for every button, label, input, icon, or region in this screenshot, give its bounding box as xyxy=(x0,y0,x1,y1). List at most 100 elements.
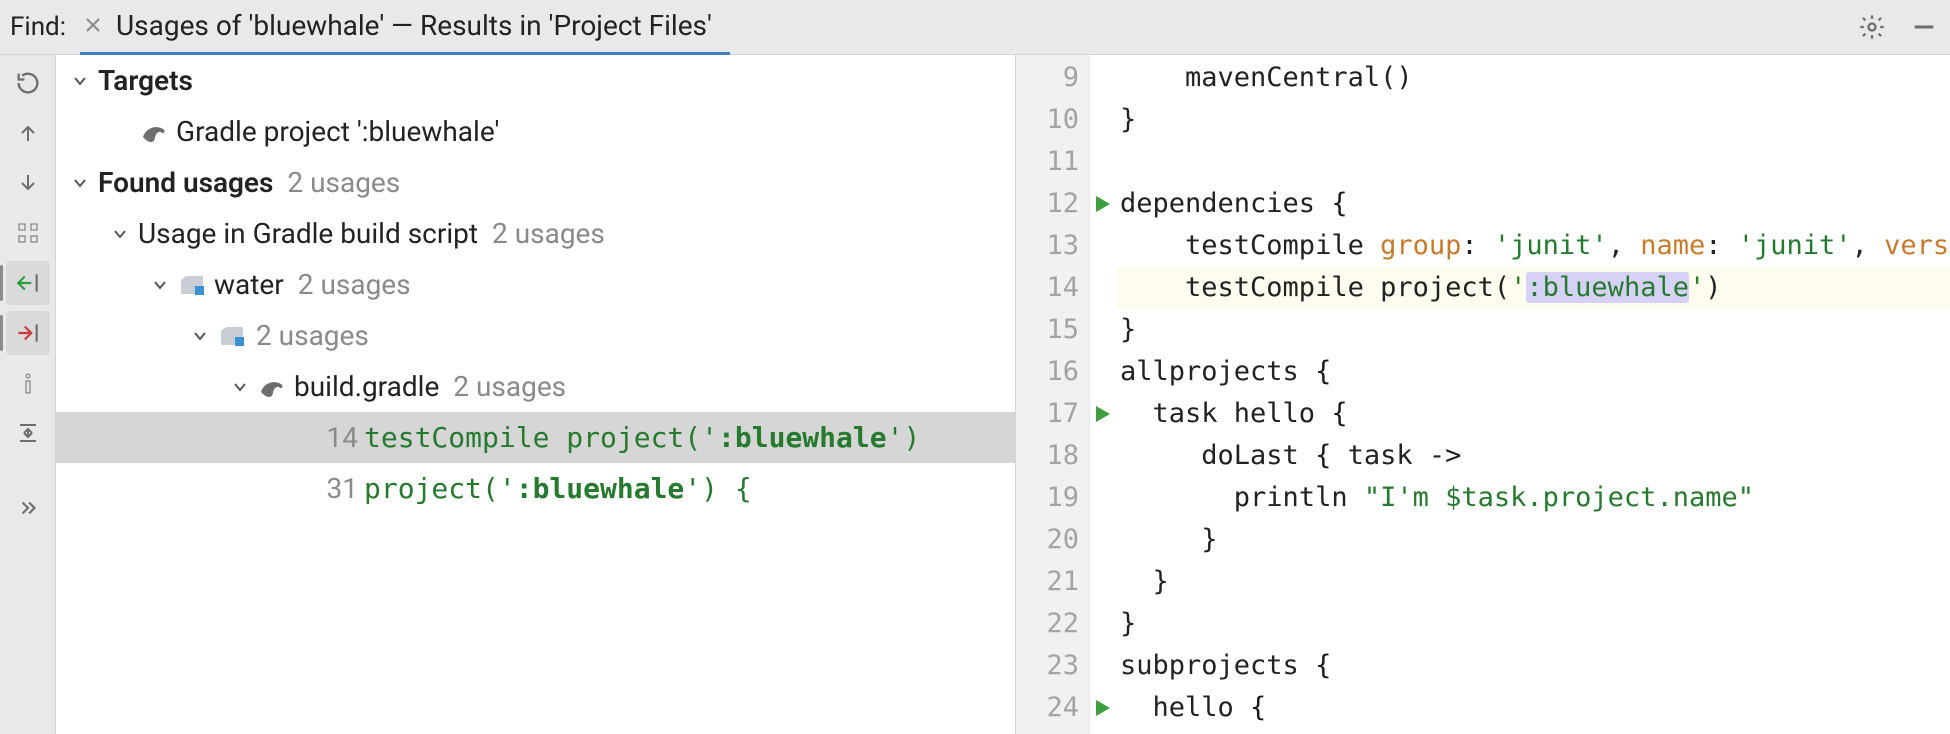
run-gutter xyxy=(1090,55,1116,734)
prev-occurrence-button[interactable] xyxy=(6,111,50,155)
export-button[interactable] xyxy=(6,311,50,355)
line-number: 9 xyxy=(1016,57,1089,99)
group-by-button[interactable] xyxy=(6,211,50,255)
run-marker xyxy=(1090,477,1116,519)
find-tab[interactable]: Usages of 'bluewhale' — Results in 'Proj… xyxy=(80,0,730,55)
submodule-count: 2 usages xyxy=(256,319,369,352)
run-marker[interactable] xyxy=(1090,687,1116,729)
play-icon[interactable] xyxy=(1096,183,1110,225)
run-marker xyxy=(1090,351,1116,393)
run-marker xyxy=(1090,141,1116,183)
category-count: 2 usages xyxy=(492,217,605,250)
play-icon[interactable] xyxy=(1096,687,1110,729)
line-number: 11 xyxy=(1016,141,1089,183)
chevron-down-icon[interactable] xyxy=(108,222,132,246)
usage-row[interactable]: 14 testCompile project(':bluewhale') xyxy=(56,412,1015,463)
run-marker xyxy=(1090,99,1116,141)
run-marker xyxy=(1090,603,1116,645)
line-number: 22 xyxy=(1016,603,1089,645)
run-marker xyxy=(1090,435,1116,477)
code-line[interactable]: testCompile group: 'junit', name: 'junit… xyxy=(1116,225,1950,267)
more-button[interactable] xyxy=(6,487,50,531)
expand-all-button[interactable] xyxy=(6,411,50,455)
line-number: 17 xyxy=(1016,393,1089,435)
line-number: 20 xyxy=(1016,519,1089,561)
usage-row[interactable]: 31 project(':bluewhale') { xyxy=(56,463,1015,514)
file-count: 2 usages xyxy=(453,370,566,403)
line-number: 21 xyxy=(1016,561,1089,603)
tree-target-project[interactable]: Gradle project ':bluewhale' xyxy=(56,106,1015,157)
usage-text: project(':bluewhale') { xyxy=(364,472,752,505)
run-marker xyxy=(1090,267,1116,309)
import-button[interactable] xyxy=(6,261,50,305)
rerun-button[interactable] xyxy=(6,61,50,105)
code-line[interactable]: mavenCentral() xyxy=(1116,57,1950,99)
line-number: 15 xyxy=(1016,309,1089,351)
info-button[interactable] xyxy=(6,361,50,405)
module-icon xyxy=(178,271,206,299)
play-icon[interactable] xyxy=(1096,393,1110,435)
code-line[interactable]: subprojects { xyxy=(1116,645,1950,687)
run-marker[interactable] xyxy=(1090,183,1116,225)
found-usages-label: Found usages xyxy=(98,166,273,199)
code-line[interactable]: dependencies { xyxy=(1116,183,1950,225)
code-area[interactable]: mavenCentral()} dependencies { testCompil… xyxy=(1116,55,1950,734)
module-label: water xyxy=(214,268,284,301)
run-marker xyxy=(1090,561,1116,603)
code-line[interactable]: allprojects { xyxy=(1116,351,1950,393)
tree-targets[interactable]: Targets xyxy=(56,55,1015,106)
usage-line: 31 xyxy=(294,472,358,505)
tree-file[interactable]: build.gradle 2 usages xyxy=(56,361,1015,412)
line-number: 19 xyxy=(1016,477,1089,519)
minimize-button[interactable] xyxy=(1898,0,1950,55)
preview-editor[interactable]: 9101112131415161718192021222324 mavenCen… xyxy=(1016,55,1950,734)
gradle-icon xyxy=(140,118,168,146)
toolbar-rail xyxy=(0,55,56,734)
line-number: 14 xyxy=(1016,267,1089,309)
code-line[interactable]: task hello { xyxy=(1116,393,1950,435)
module-icon xyxy=(218,322,246,350)
chevron-down-icon[interactable] xyxy=(228,375,252,399)
next-occurrence-button[interactable] xyxy=(6,161,50,205)
run-marker xyxy=(1090,225,1116,267)
tree-category[interactable]: Usage in Gradle build script 2 usages xyxy=(56,208,1015,259)
code-line[interactable] xyxy=(1116,141,1950,183)
gradle-icon xyxy=(258,373,286,401)
code-line[interactable]: } xyxy=(1116,519,1950,561)
chevron-down-icon[interactable] xyxy=(188,324,212,348)
code-line[interactable]: testCompile project(':bluewhale') xyxy=(1116,267,1950,309)
line-number: 10 xyxy=(1016,99,1089,141)
code-line[interactable]: println "I'm $task.project.name" xyxy=(1116,477,1950,519)
chevron-down-icon[interactable] xyxy=(68,69,92,93)
category-label: Usage in Gradle build script xyxy=(138,217,478,250)
line-gutter: 9101112131415161718192021222324 xyxy=(1016,55,1090,734)
code-line[interactable]: doLast { task -> xyxy=(1116,435,1950,477)
chevron-down-icon[interactable] xyxy=(68,171,92,195)
find-header: Find: Usages of 'bluewhale' — Results in… xyxy=(0,0,1950,55)
line-number: 23 xyxy=(1016,645,1089,687)
code-line[interactable]: } xyxy=(1116,603,1950,645)
run-marker[interactable] xyxy=(1090,393,1116,435)
line-number: 18 xyxy=(1016,435,1089,477)
line-number: 24 xyxy=(1016,687,1089,729)
settings-button[interactable] xyxy=(1846,0,1898,55)
module-count: 2 usages xyxy=(298,268,411,301)
code-line[interactable]: } xyxy=(1116,561,1950,603)
results-tree[interactable]: Targets Gradle project ':bluewhale' Foun… xyxy=(56,55,1016,734)
tree-module[interactable]: water 2 usages xyxy=(56,259,1015,310)
close-icon[interactable] xyxy=(84,12,102,40)
code-line[interactable]: hello { xyxy=(1116,687,1950,729)
tree-submodule[interactable]: 2 usages xyxy=(56,310,1015,361)
code-line[interactable]: } xyxy=(1116,309,1950,351)
chevron-down-icon[interactable] xyxy=(148,273,172,297)
file-label: build.gradle xyxy=(294,370,439,403)
find-label: Find: xyxy=(0,12,80,42)
run-marker xyxy=(1090,57,1116,99)
line-number: 12 xyxy=(1016,183,1089,225)
targets-label: Targets xyxy=(98,64,193,97)
target-project-label: Gradle project ':bluewhale' xyxy=(176,115,499,148)
usage-text: testCompile project(':bluewhale') xyxy=(364,421,920,454)
usage-line: 14 xyxy=(294,421,358,454)
tree-found-usages[interactable]: Found usages 2 usages xyxy=(56,157,1015,208)
code-line[interactable]: } xyxy=(1116,99,1950,141)
